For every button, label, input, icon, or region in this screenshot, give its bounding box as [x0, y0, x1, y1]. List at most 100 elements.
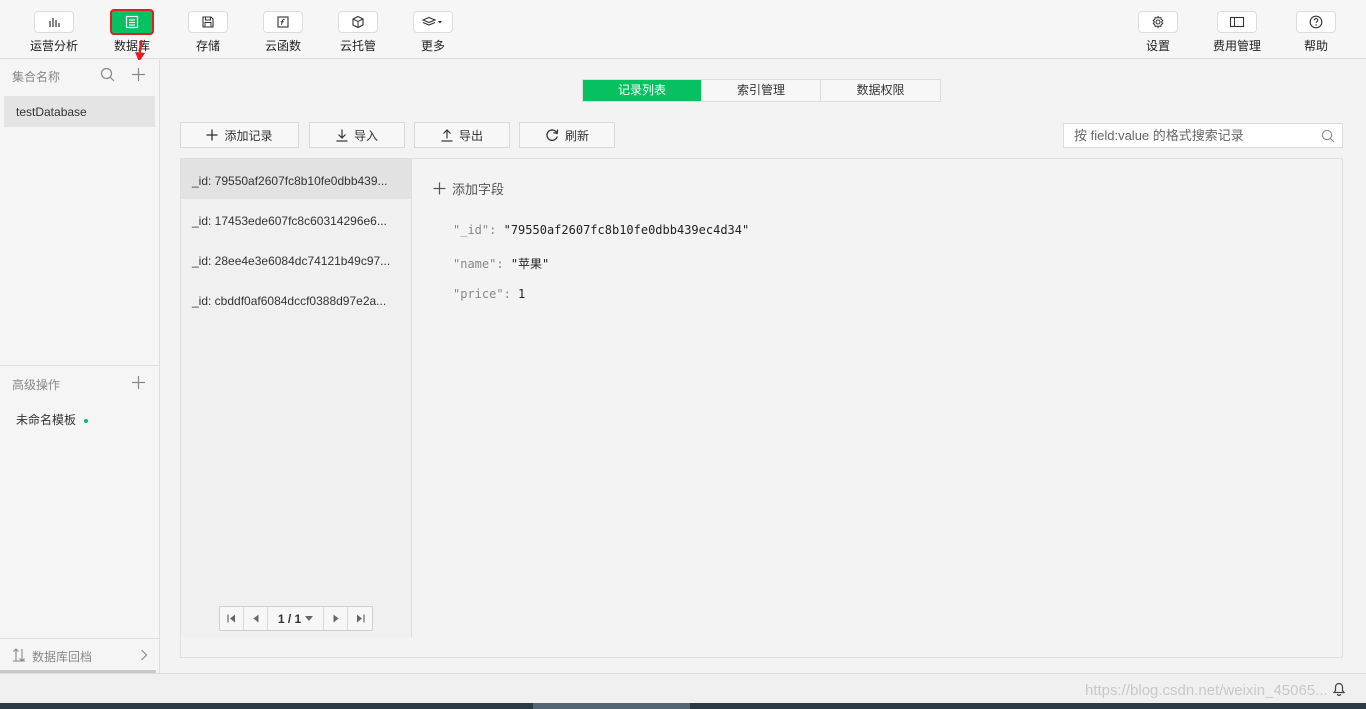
pagination: 1 / 1 [219, 606, 373, 631]
toolbar-hosting[interactable]: 云托管 [328, 11, 388, 55]
search-icon[interactable] [100, 67, 115, 82]
toolbar-storage-label: 存储 [195, 39, 220, 53]
page-number: 1 / 1 [277, 611, 302, 626]
toolbar-storage[interactable]: 存储 [178, 11, 238, 55]
collection-header: 集合名称 [0, 60, 159, 90]
chevron-right-icon [141, 649, 148, 661]
template-item-label: 未命名模板 [16, 413, 77, 427]
database-icon [110, 9, 154, 35]
refresh-icon [546, 129, 559, 141]
advanced-header-label: 高级操作 [12, 378, 61, 392]
container-icon [338, 11, 378, 33]
template-item[interactable]: 未命名模板 [16, 411, 89, 428]
field-key: "_id": [453, 223, 497, 237]
caret-right-icon [333, 614, 338, 623]
plus-icon [206, 129, 218, 141]
toolbar-functions-label: 云函数 [264, 39, 301, 53]
toolbar-help[interactable]: 帮助 [1286, 11, 1346, 55]
tab-index-management[interactable]: 索引管理 [702, 80, 821, 101]
toolbar-database-label: 数据库 [113, 39, 150, 53]
caret-down-icon [305, 616, 314, 621]
advanced-header: 高级操作 [0, 372, 159, 396]
page-selector[interactable]: 1 / 1 [268, 607, 324, 630]
status-bar: https://blog.csdn.net/weixin_45065... [0, 673, 1366, 703]
add-collection-icon[interactable] [131, 67, 146, 82]
field-key: "price": [453, 287, 511, 301]
add-field-button[interactable]: 添加字段 [433, 179, 504, 198]
add-record-label: 添加记录 [224, 128, 273, 143]
record-search [1063, 123, 1343, 148]
storage-icon [188, 11, 228, 33]
toolbar-more[interactable]: 更多 [403, 11, 463, 55]
toolbar-more-label: 更多 [420, 39, 445, 53]
toolbar-billing-label: 费用管理 [1212, 39, 1261, 53]
toolbar-settings-label: 设置 [1145, 39, 1170, 53]
add-field-label: 添加字段 [452, 182, 505, 197]
search-icon[interactable] [1321, 129, 1335, 143]
page-scrollbar[interactable] [1358, 60, 1366, 673]
collection-item-testdatabase[interactable]: testDatabase [4, 96, 155, 127]
status-dot [84, 418, 89, 423]
field-key: "name": [453, 257, 504, 271]
record-list: _id: 79550af2607fc8b10fe0dbb439... _id: … [181, 159, 412, 637]
download-icon [336, 129, 348, 142]
gear-icon [1138, 11, 1178, 33]
view-tabs: 记录列表 索引管理 数据权限 [582, 79, 941, 102]
upload-icon [441, 128, 453, 142]
toolbar-analytics[interactable]: 运营分析 [24, 11, 84, 55]
add-template-icon[interactable] [131, 375, 146, 390]
top-toolbar: 运营分析 数据库 存储 云函数 云托管 更多 设置 费用管理 帮助 [0, 0, 1366, 62]
import-label: 导入 [353, 128, 378, 143]
record-item[interactable]: _id: 28ee4e3e6084dc74121b49c97... [181, 239, 411, 279]
export-label: 导出 [458, 128, 483, 143]
function-icon [263, 11, 303, 33]
import-button[interactable]: 导入 [309, 122, 405, 148]
database-rollback[interactable]: 数据库回档 [0, 639, 159, 671]
field-row[interactable]: "price": 1 [453, 287, 525, 301]
toolbar-hosting-label: 云托管 [339, 39, 376, 53]
collection-header-label: 集合名称 [12, 70, 61, 84]
toolbar-settings[interactable]: 设置 [1128, 11, 1188, 55]
record-item[interactable]: _id: cbddf0af6084dccf0388d97e2a... [181, 279, 411, 319]
tab-data-permissions[interactable]: 数据权限 [821, 80, 940, 101]
layers-icon [413, 11, 453, 33]
bell-icon[interactable] [1332, 681, 1346, 696]
records-panel: _id: 79550af2607fc8b10fe0dbb439... _id: … [180, 158, 1343, 658]
prev-page-button[interactable] [244, 607, 268, 630]
refresh-label: 刷新 [564, 128, 589, 143]
toolbar-database[interactable]: 数据库 [102, 9, 162, 55]
last-page-button[interactable] [348, 607, 372, 630]
add-record-button[interactable]: 添加记录 [180, 122, 299, 148]
caret-left-icon [253, 614, 258, 623]
refresh-button[interactable]: 刷新 [519, 122, 615, 148]
record-item[interactable]: _id: 17453ede607fc8c60314296e6... [181, 199, 411, 239]
tab-record-list[interactable]: 记录列表 [583, 80, 702, 101]
export-button[interactable]: 导出 [414, 122, 510, 148]
first-page-icon [227, 614, 235, 623]
help-icon [1296, 11, 1336, 33]
field-row[interactable]: "_id": "79550af2607fc8b10fe0dbb439ec4d34… [453, 223, 749, 237]
last-page-icon [356, 614, 365, 623]
next-page-button[interactable] [324, 607, 348, 630]
toolbar-billing[interactable]: 费用管理 [1207, 11, 1267, 55]
os-taskbar [0, 703, 1366, 709]
database-rollback-label: 数据库回档 [32, 650, 93, 664]
search-input[interactable] [1064, 124, 1314, 147]
taskbar-active-item[interactable] [533, 703, 690, 709]
toolbar-help-label: 帮助 [1303, 39, 1328, 53]
first-page-button[interactable] [220, 607, 244, 630]
field-value: "79550af2607fc8b10fe0dbb439ec4d34" [503, 223, 750, 237]
sidebar: 集合名称 testDatabase 高级操作 未命名模板 数据库回档 [0, 60, 160, 673]
field-value: "苹果" [510, 257, 550, 271]
record-item[interactable]: _id: 79550af2607fc8b10fe0dbb439... [181, 159, 411, 199]
field-row[interactable]: "name": "苹果" [453, 255, 549, 272]
toolbar-functions[interactable]: 云函数 [253, 11, 313, 55]
watermark: https://blog.csdn.net/weixin_45065... [1085, 682, 1328, 699]
record-detail: 添加字段 "_id": "79550af2607fc8b10fe0dbb439e… [413, 159, 1342, 657]
bar-chart-icon [34, 11, 74, 33]
billing-icon [1217, 11, 1257, 33]
divider [0, 365, 159, 366]
plus-icon [433, 182, 446, 195]
field-value: 1 [518, 287, 526, 301]
toolbar-analytics-label: 运营分析 [29, 39, 78, 53]
